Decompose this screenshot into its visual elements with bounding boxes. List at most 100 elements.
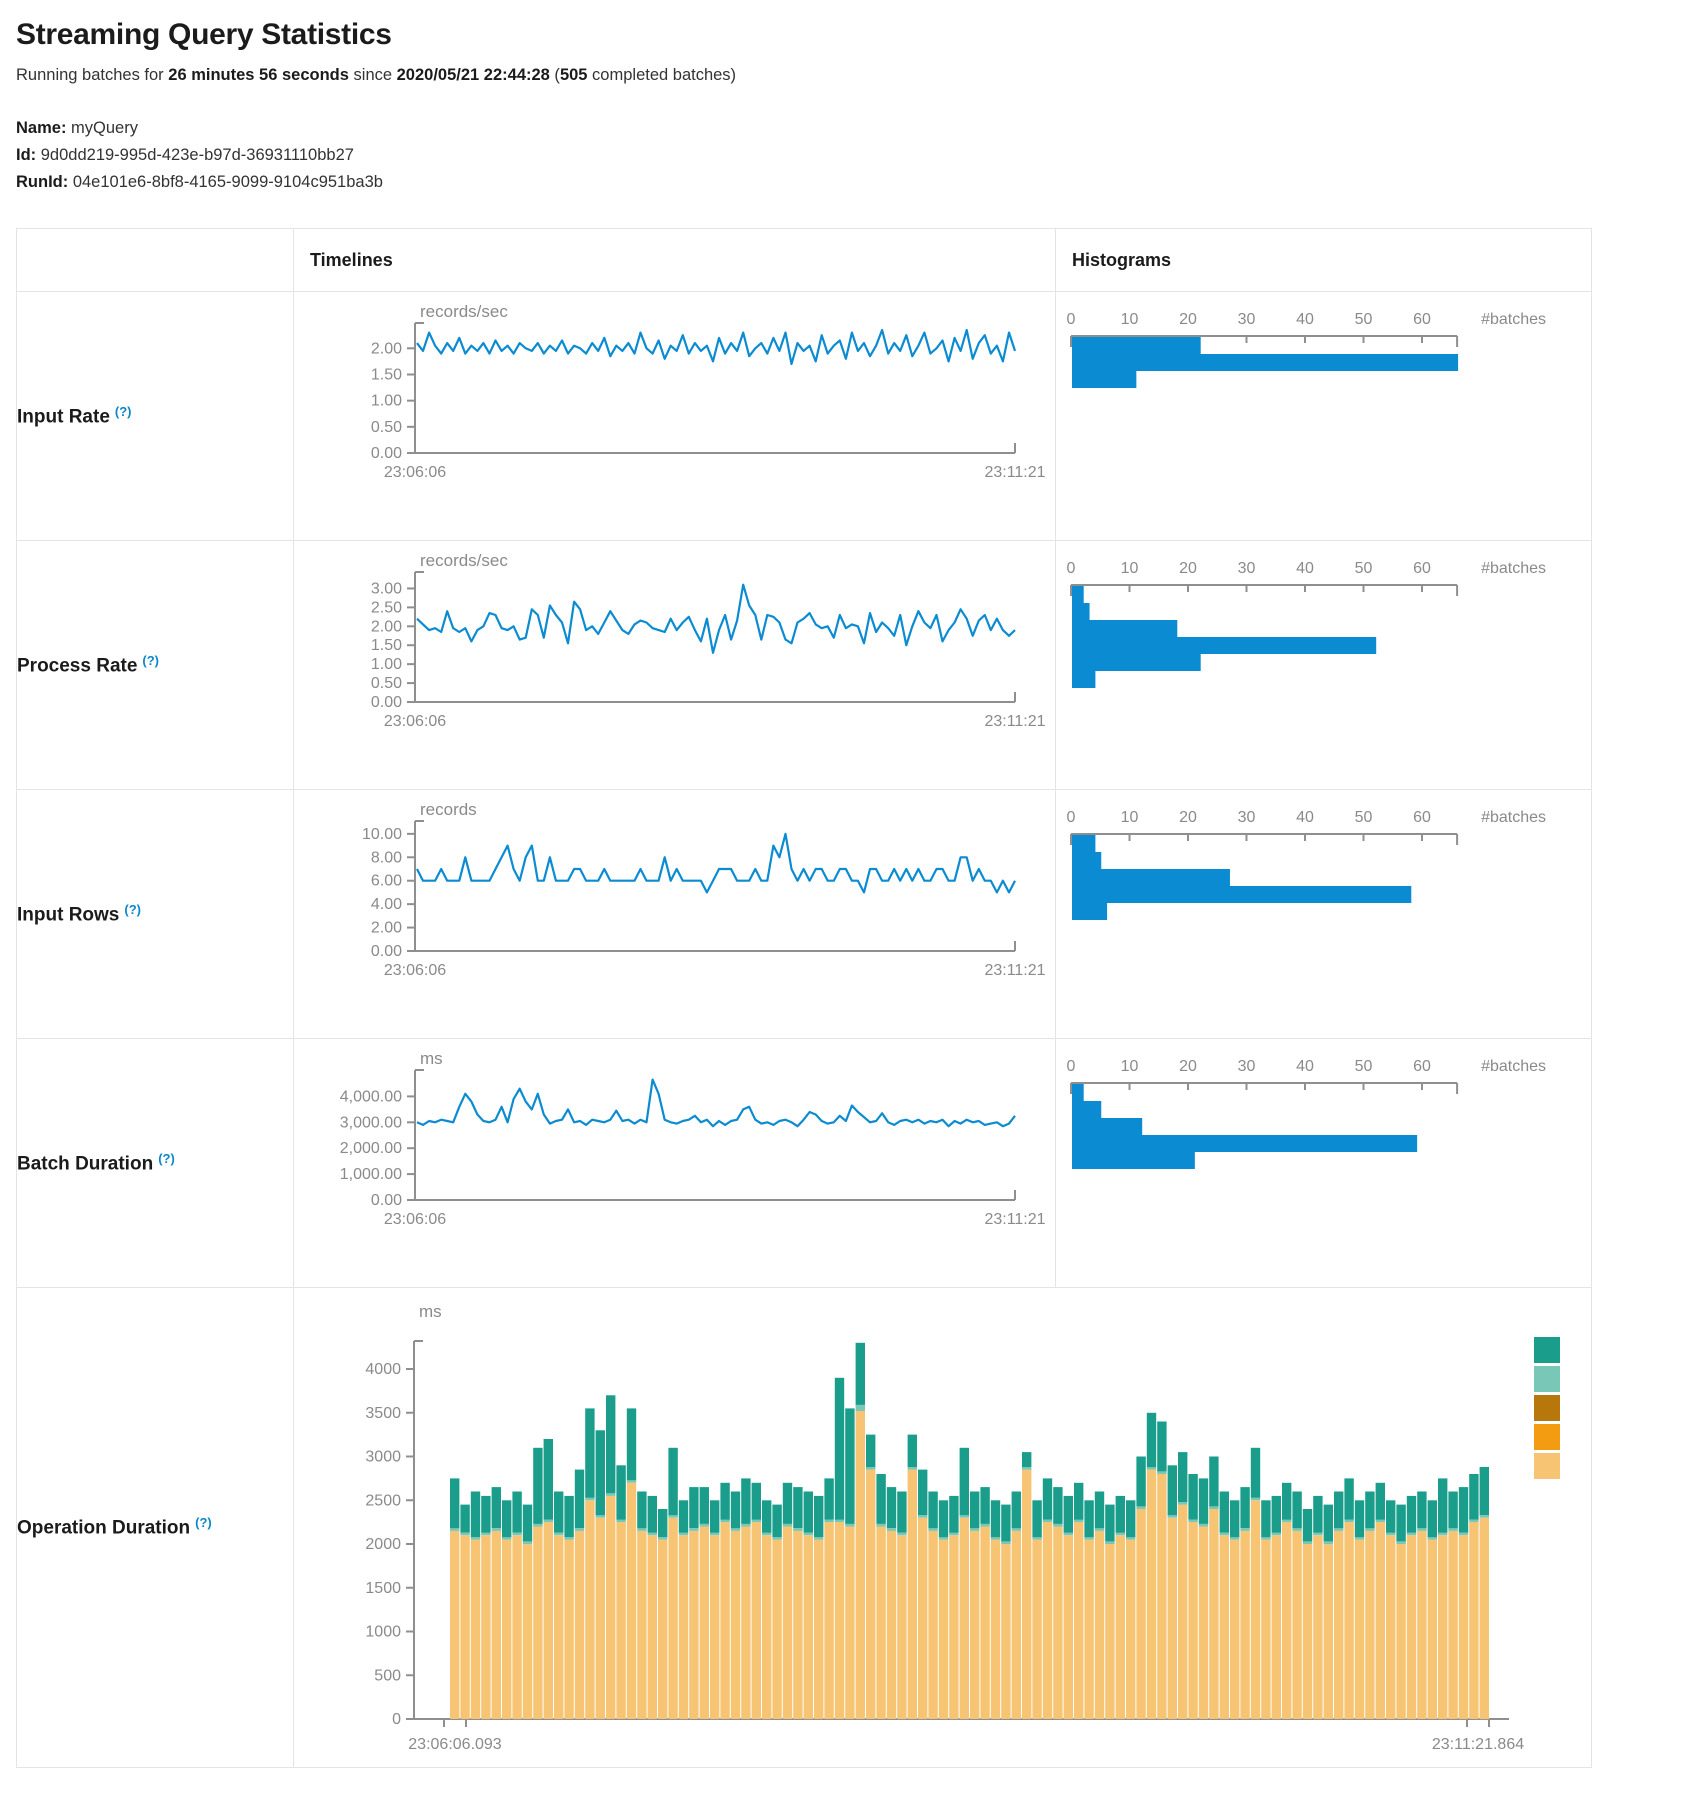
help-icon-input-rows[interactable]: (?) (124, 902, 141, 917)
svg-text:30: 30 (1238, 560, 1256, 577)
help-icon-input-rate[interactable]: (?) (115, 404, 132, 419)
svg-text:0.00: 0.00 (371, 445, 402, 462)
svg-text:500: 500 (374, 1667, 401, 1684)
histogram-cell-process-rate: 0102030405060#batches (1056, 541, 1592, 790)
process-rate-timeline-chart: records/sec3.002.502.001.501.000.500.002… (294, 541, 1054, 789)
svg-text:2.50: 2.50 (371, 599, 402, 616)
query-name-value: myQuery (66, 119, 138, 137)
help-icon-batch-duration[interactable]: (?) (158, 1151, 175, 1166)
svg-text:records/sec: records/sec (420, 302, 508, 321)
query-meta: Name: myQuery Id: 9d0dd219-995d-423e-b97… (16, 115, 1693, 196)
histogram-cell-input-rate: 0102030405060#batches (1056, 292, 1592, 541)
svg-text:#batches: #batches (1481, 311, 1546, 328)
svg-text:#batches: #batches (1481, 809, 1546, 826)
svg-text:0.50: 0.50 (371, 419, 402, 436)
svg-text:50: 50 (1355, 809, 1373, 826)
svg-text:ms: ms (420, 1049, 443, 1068)
svg-text:2.00: 2.00 (371, 340, 402, 357)
stats-row-batch-duration: Batch Duration(?)ms4,000.003,000.002,000… (17, 1039, 1592, 1288)
row-label-input-rate: Input Rate (17, 406, 110, 427)
svg-text:10: 10 (1121, 311, 1139, 328)
histogram-cell-batch-duration: 0102030405060#batches (1056, 1039, 1592, 1288)
histograms-header: Histograms (1056, 229, 1592, 292)
row-label-cell-operation-duration: Operation Duration (?) (17, 1288, 294, 1768)
svg-text:1500: 1500 (365, 1579, 401, 1596)
svg-text:records/sec: records/sec (420, 551, 508, 570)
svg-text:0: 0 (1067, 560, 1076, 577)
svg-text:records: records (420, 800, 477, 819)
stats-row-input-rate: Input Rate(?)records/sec2.001.501.000.50… (17, 292, 1592, 541)
query-id-value: 9d0dd219-995d-423e-b97d-36931110bb27 (36, 146, 354, 164)
stats-row-input-rows: Input Rows(?)records10.008.006.004.002.0… (17, 790, 1592, 1039)
streaming-query-statistics-page: Streaming Query Statistics Running batch… (0, 0, 1693, 1768)
help-icon-operation-duration[interactable]: (?) (195, 1515, 212, 1530)
row-label-operation-duration: Operation Duration (17, 1518, 190, 1539)
svg-text:60: 60 (1413, 311, 1431, 328)
timeline-cell-batch-duration: ms4,000.003,000.002,000.001,000.000.0023… (294, 1039, 1056, 1288)
svg-text:1.50: 1.50 (371, 366, 402, 383)
svg-text:20: 20 (1179, 1058, 1197, 1075)
query-runid-label: RunId: (16, 173, 68, 191)
summary-paren-open: ( (550, 66, 560, 84)
running-batches-summary: Running batches for 26 minutes 56 second… (16, 66, 1693, 85)
svg-text:50: 50 (1355, 1058, 1373, 1075)
svg-text:4.00: 4.00 (371, 896, 402, 913)
legend-swatch-1 (1534, 1366, 1560, 1392)
summary-start-time: 2020/05/21 22:44:28 (397, 66, 550, 84)
query-id-label: Id: (16, 146, 36, 164)
query-id-line: Id: 9d0dd219-995d-423e-b97d-36931110bb27 (16, 142, 1693, 169)
svg-text:23:06:06.093: 23:06:06.093 (408, 1736, 502, 1753)
svg-text:3000: 3000 (365, 1448, 401, 1465)
svg-text:0: 0 (392, 1711, 401, 1728)
timeline-cell-input-rows: records10.008.006.004.002.000.0023:06:06… (294, 790, 1056, 1039)
svg-text:3,000.00: 3,000.00 (340, 1114, 402, 1131)
timelines-header: Timelines (294, 229, 1056, 292)
summary-duration: 26 minutes 56 seconds (168, 66, 349, 84)
svg-text:3.00: 3.00 (371, 580, 402, 597)
stats-row-operation-duration: Operation Duration(?)ms40003500300025002… (17, 1288, 1592, 1768)
svg-text:23:11:21.864: 23:11:21.864 (1432, 1736, 1524, 1753)
svg-text:0: 0 (1067, 311, 1076, 328)
operation-duration-legend (1534, 1337, 1560, 1479)
svg-text:1000: 1000 (365, 1623, 401, 1640)
svg-text:6.00: 6.00 (371, 873, 402, 890)
query-runid-value: 04e101e6-8bf8-4165-9099-9104c951ba3b (68, 173, 383, 191)
row-label-cell-process-rate: Process Rate (?) (17, 541, 294, 790)
svg-text:2000: 2000 (365, 1536, 401, 1553)
row-label-cell-input-rows: Input Rows (?) (17, 790, 294, 1039)
row-label-input-rows: Input Rows (17, 904, 119, 925)
svg-text:20: 20 (1179, 560, 1197, 577)
legend-swatch-0 (1534, 1337, 1560, 1363)
summary-prefix: Running batches for (16, 66, 168, 84)
svg-text:40: 40 (1296, 1058, 1314, 1075)
help-icon-process-rate[interactable]: (?) (142, 653, 159, 668)
svg-text:4,000.00: 4,000.00 (340, 1088, 402, 1105)
input-rows-timeline-chart: records10.008.006.004.002.000.0023:06:06… (294, 790, 1054, 1038)
svg-text:23:11:21: 23:11:21 (984, 962, 1045, 979)
operation-duration-chart-cell: ms4000350030002500200015001000500023:06:… (294, 1288, 1592, 1768)
svg-text:10: 10 (1121, 809, 1139, 826)
process-rate-histogram-chart: 0102030405060#batches (1056, 541, 1590, 789)
histogram-cell-input-rows: 0102030405060#batches (1056, 790, 1592, 1039)
svg-text:0.00: 0.00 (371, 943, 402, 960)
page-title: Streaming Query Statistics (16, 18, 1693, 52)
svg-text:0: 0 (1067, 809, 1076, 826)
svg-text:23:11:21: 23:11:21 (984, 1211, 1045, 1228)
svg-text:1.00: 1.00 (371, 656, 402, 673)
query-runid-line: RunId: 04e101e6-8bf8-4165-9099-9104c951b… (16, 169, 1693, 196)
statistics-table: Timelines Histograms Input Rate (?) record… (16, 228, 1592, 1768)
svg-text:3500: 3500 (365, 1404, 401, 1421)
row-label-cell-batch-duration: Batch Duration(?) (17, 1039, 294, 1288)
svg-text:20: 20 (1179, 311, 1197, 328)
svg-text:23:06:06: 23:06:06 (384, 1211, 446, 1228)
svg-text:2.00: 2.00 (371, 618, 402, 635)
summary-batch-count: 505 (560, 66, 588, 84)
svg-text:10.00: 10.00 (362, 826, 402, 843)
row-label-process-rate: Process Rate (17, 655, 137, 676)
batch-duration-histogram-chart: 0102030405060#batches (1056, 1039, 1590, 1287)
svg-text:ms: ms (419, 1302, 442, 1321)
svg-text:1,000.00: 1,000.00 (340, 1166, 402, 1183)
svg-text:#batches: #batches (1481, 560, 1546, 577)
input-rate-histogram-chart: 0102030405060#batches (1056, 292, 1590, 540)
svg-text:0.00: 0.00 (371, 1192, 402, 1209)
